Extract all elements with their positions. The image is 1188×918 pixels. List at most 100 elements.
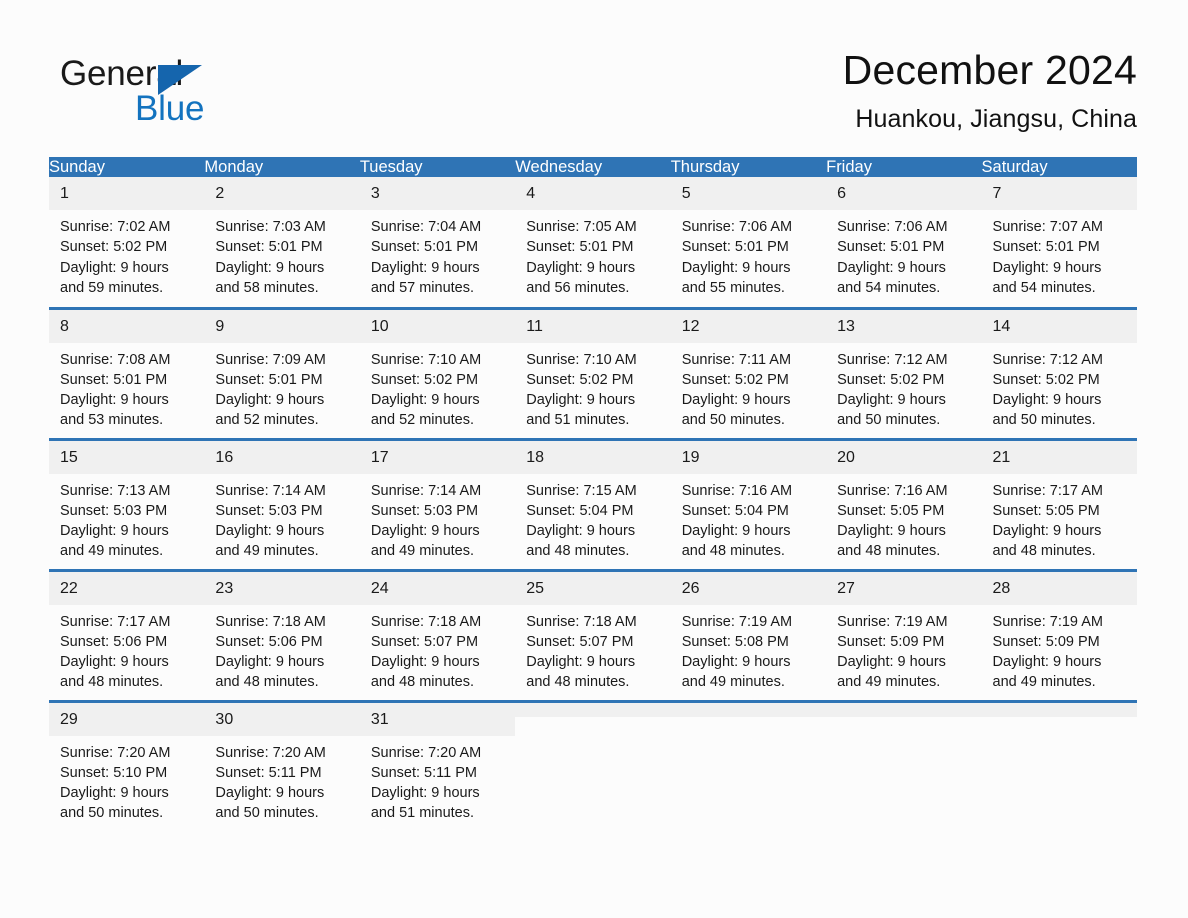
day-cell[interactable]: 13 Sunrise: 7:12 AM Sunset: 5:02 PM Dayl… <box>826 306 982 439</box>
daylight-text-line2: and 50 minutes. <box>681 412 785 429</box>
day-cell[interactable]: 9 Sunrise: 7:09 AM Sunset: 5:01 PM Dayli… <box>204 306 360 439</box>
day-cell[interactable]: 18 Sunrise: 7:15 AM Sunset: 5:04 PM Dayl… <box>515 437 671 570</box>
daylight-text-line1: Daylight: 9 hours <box>215 523 325 540</box>
sunrise-text: Sunrise: 7:16 AM <box>837 482 948 499</box>
day-cell[interactable]: 17 Sunrise: 7:14 AM Sunset: 5:03 PM Dayl… <box>359 437 516 570</box>
day-cell[interactable]: 2 Sunrise: 7:03 AM Sunset: 5:01 PM Dayli… <box>204 177 360 308</box>
sunrise-text: Sunrise: 7:19 AM <box>992 613 1103 630</box>
daylight-text-line2: and 49 minutes. <box>681 674 785 691</box>
daylight-text-line2: and 48 minutes. <box>60 674 164 691</box>
day-info: Sunrise: 7:04 AM Sunset: 5:01 PM Dayligh… <box>360 210 515 298</box>
sunrise-text: Sunrise: 7:05 AM <box>526 219 637 235</box>
day-cell[interactable]: 6 Sunrise: 7:06 AM Sunset: 5:01 PM Dayli… <box>826 177 982 308</box>
day-info: Sunrise: 7:10 AM Sunset: 5:02 PM Dayligh… <box>360 343 515 431</box>
day-number: 5 <box>670 177 827 210</box>
day-cell[interactable]: 1 Sunrise: 7:02 AM Sunset: 5:02 PM Dayli… <box>49 177 205 308</box>
day-number: 30 <box>204 702 360 736</box>
day-cell[interactable]: 11 Sunrise: 7:10 AM Sunset: 5:02 PM Dayl… <box>515 306 671 439</box>
day-cell[interactable]: 15 Sunrise: 7:13 AM Sunset: 5:03 PM Dayl… <box>49 437 205 570</box>
sunset-text: Sunset: 5:06 PM <box>215 633 323 650</box>
day-cell[interactable]: 21 Sunrise: 7:17 AM Sunset: 5:05 PM Dayl… <box>981 437 1137 570</box>
daylight-text-line1: Daylight: 9 hours <box>992 259 1102 276</box>
day-number: 1 <box>49 177 205 210</box>
sunset-text: Sunset: 5:02 PM <box>60 239 168 256</box>
day-info: Sunrise: 7:17 AM Sunset: 5:05 PM Dayligh… <box>982 474 1137 562</box>
day-cell-empty <box>515 699 671 832</box>
day-cell[interactable]: 31 Sunrise: 7:20 AM Sunset: 5:11 PM Dayl… <box>359 699 516 832</box>
daylight-text-line2: and 50 minutes. <box>837 412 941 429</box>
day-number: 26 <box>670 571 827 605</box>
day-cell[interactable]: 27 Sunrise: 7:19 AM Sunset: 5:09 PM Dayl… <box>826 568 982 701</box>
daylight-text-line1: Daylight: 9 hours <box>992 392 1102 409</box>
daylight-text-line2: and 49 minutes. <box>60 543 164 560</box>
daylight-text-line1: Daylight: 9 hours <box>215 785 325 802</box>
sunset-text: Sunset: 5:01 PM <box>992 239 1100 256</box>
day-number: 22 <box>49 571 205 605</box>
sunrise-text: Sunrise: 7:10 AM <box>526 351 637 368</box>
day-cell[interactable]: 30 Sunrise: 7:20 AM Sunset: 5:11 PM Dayl… <box>204 699 360 832</box>
day-cell[interactable]: 10 Sunrise: 7:10 AM Sunset: 5:02 PM Dayl… <box>359 306 516 439</box>
daylight-text-line1: Daylight: 9 hours <box>370 523 480 540</box>
sunset-text: Sunset: 5:01 PM <box>60 371 168 388</box>
sunset-text: Sunset: 5:06 PM <box>60 633 168 650</box>
daylight-text-line1: Daylight: 9 hours <box>681 392 791 409</box>
sunrise-text: Sunrise: 7:03 AM <box>215 219 326 235</box>
day-cell[interactable]: 12 Sunrise: 7:11 AM Sunset: 5:02 PM Dayl… <box>670 306 827 439</box>
day-info: Sunrise: 7:02 AM Sunset: 5:02 PM Dayligh… <box>49 210 204 298</box>
daylight-text-line1: Daylight: 9 hours <box>370 654 480 671</box>
day-number: 29 <box>49 702 205 736</box>
day-number: 3 <box>359 177 516 210</box>
daylight-text-line1: Daylight: 9 hours <box>992 654 1102 671</box>
day-cell[interactable]: 25 Sunrise: 7:18 AM Sunset: 5:07 PM Dayl… <box>515 568 671 701</box>
day-number <box>826 702 982 717</box>
day-cell[interactable]: 23 Sunrise: 7:18 AM Sunset: 5:06 PM Dayl… <box>204 568 360 701</box>
day-cell[interactable]: 5 Sunrise: 7:06 AM Sunset: 5:01 PM Dayli… <box>670 177 827 308</box>
sunrise-text: Sunrise: 7:14 AM <box>370 482 482 499</box>
sunrise-text: Sunrise: 7:15 AM <box>526 482 637 499</box>
day-info: Sunrise: 7:18 AM Sunset: 5:06 PM Dayligh… <box>204 605 359 693</box>
sunset-text: Sunset: 5:03 PM <box>370 502 479 519</box>
day-cell[interactable]: 16 Sunrise: 7:14 AM Sunset: 5:03 PM Dayl… <box>204 437 360 570</box>
sunset-text: Sunset: 5:01 PM <box>370 239 479 256</box>
logo-word-blue: Blue <box>135 89 205 128</box>
day-info: Sunrise: 7:15 AM Sunset: 5:04 PM Dayligh… <box>515 474 670 562</box>
day-number: 4 <box>515 177 671 210</box>
day-cell[interactable]: 19 Sunrise: 7:16 AM Sunset: 5:04 PM Dayl… <box>670 437 827 570</box>
day-cell[interactable]: 14 Sunrise: 7:12 AM Sunset: 5:02 PM Dayl… <box>981 306 1137 439</box>
day-cell[interactable]: 22 Sunrise: 7:17 AM Sunset: 5:06 PM Dayl… <box>49 568 205 701</box>
daylight-text-line1: Daylight: 9 hours <box>60 259 169 276</box>
daylight-text-line1: Daylight: 9 hours <box>60 392 169 409</box>
sunset-text: Sunset: 5:11 PM <box>215 764 322 781</box>
day-number: 11 <box>515 309 671 343</box>
day-number: 7 <box>981 177 1137 210</box>
day-info: Sunrise: 7:11 AM Sunset: 5:02 PM Dayligh… <box>671 343 826 431</box>
day-number: 19 <box>670 440 827 474</box>
day-cell[interactable]: 26 Sunrise: 7:19 AM Sunset: 5:08 PM Dayl… <box>670 568 827 701</box>
day-number: 9 <box>204 309 360 343</box>
day-number: 18 <box>515 440 671 474</box>
daylight-text-line1: Daylight: 9 hours <box>215 392 325 409</box>
daylight-text-line2: and 59 minutes. <box>60 279 164 296</box>
day-cell[interactable]: 20 Sunrise: 7:16 AM Sunset: 5:05 PM Dayl… <box>826 437 982 570</box>
daylight-text-line2: and 48 minutes. <box>370 674 475 691</box>
daylight-text-line2: and 48 minutes. <box>215 674 319 691</box>
calendar-header-row: Sunday Monday Tuesday Wednesday Thursday… <box>49 157 1137 177</box>
day-cell[interactable]: 8 Sunrise: 7:08 AM Sunset: 5:01 PM Dayli… <box>49 306 205 439</box>
sunset-text: Sunset: 5:02 PM <box>526 371 634 388</box>
day-info: Sunrise: 7:20 AM Sunset: 5:11 PM Dayligh… <box>204 736 359 824</box>
weekday-header-monday: Monday <box>204 157 360 177</box>
day-cell[interactable]: 3 Sunrise: 7:04 AM Sunset: 5:01 PM Dayli… <box>359 177 516 308</box>
day-cell[interactable]: 24 Sunrise: 7:18 AM Sunset: 5:07 PM Dayl… <box>359 568 516 701</box>
weekday-header-saturday: Saturday <box>981 157 1137 177</box>
day-cell[interactable]: 29 Sunrise: 7:20 AM Sunset: 5:10 PM Dayl… <box>49 699 205 832</box>
day-cell[interactable]: 4 Sunrise: 7:05 AM Sunset: 5:01 PM Dayli… <box>515 177 671 308</box>
sunset-text: Sunset: 5:01 PM <box>215 371 323 388</box>
day-info: Sunrise: 7:07 AM Sunset: 5:01 PM Dayligh… <box>982 210 1137 298</box>
day-cell[interactable]: 28 Sunrise: 7:19 AM Sunset: 5:09 PM Dayl… <box>981 568 1137 701</box>
day-cell-empty <box>981 699 1137 832</box>
day-cell[interactable]: 7 Sunrise: 7:07 AM Sunset: 5:01 PM Dayli… <box>981 177 1137 308</box>
day-info: Sunrise: 7:06 AM Sunset: 5:01 PM Dayligh… <box>671 210 826 298</box>
weekday-header-sunday: Sunday <box>49 157 205 177</box>
sunset-text: Sunset: 5:09 PM <box>837 633 945 650</box>
day-info: Sunrise: 7:14 AM Sunset: 5:03 PM Dayligh… <box>204 474 359 562</box>
